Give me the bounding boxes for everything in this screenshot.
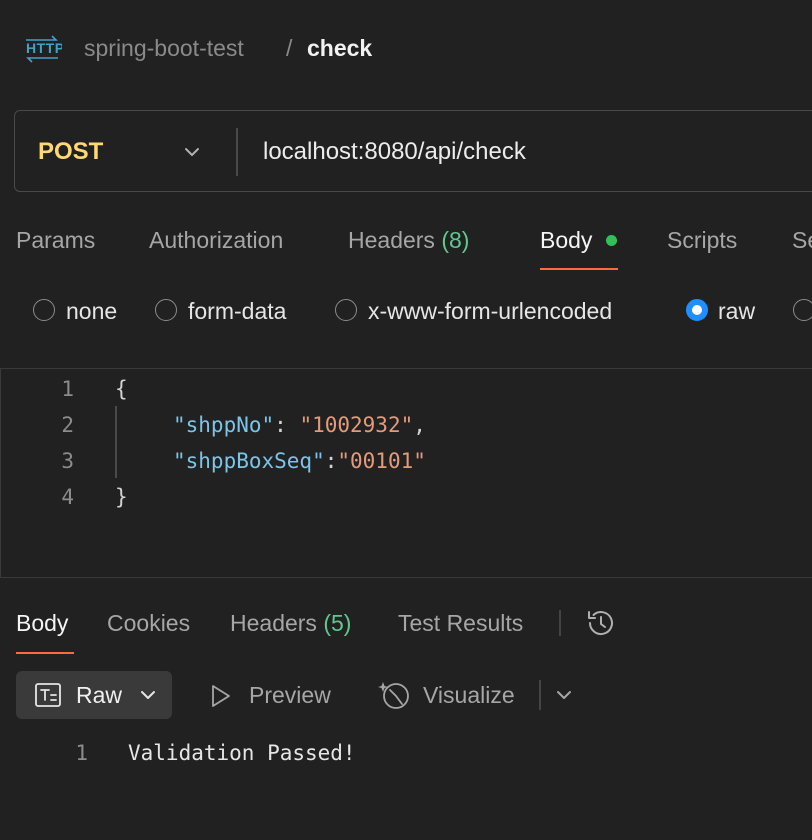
response-tab-headers[interactable]: Headers (5)	[230, 608, 351, 638]
visualize-button[interactable]: Visualize	[423, 680, 515, 710]
format-raw-label[interactable]: Raw	[76, 680, 122, 710]
response-tab-headers-count: (5)	[323, 610, 352, 636]
json-comma: ,	[413, 413, 426, 437]
response-body-text: Validation Passed!	[128, 741, 356, 765]
response-active-underline	[16, 652, 74, 654]
visualize-icon[interactable]	[378, 678, 412, 712]
response-tab-body[interactable]: Body	[16, 608, 68, 638]
tab-authorization[interactable]: Authorization	[149, 225, 283, 255]
radio-form-data[interactable]	[155, 299, 177, 321]
tab-settings[interactable]: Se	[792, 225, 812, 255]
visualize-divider	[539, 680, 541, 710]
tab-params[interactable]: Params	[16, 225, 95, 255]
line-number: 1	[61, 377, 74, 401]
radio-form-data-label[interactable]: form-data	[188, 296, 286, 326]
response-tab-test-results[interactable]: Test Results	[398, 608, 523, 638]
breadcrumb-collection[interactable]: spring-boot-test	[84, 34, 244, 62]
json-colon: :	[324, 449, 338, 473]
line-number: 4	[61, 485, 74, 509]
json-key: "shppNo"	[173, 413, 275, 437]
line-number: 2	[61, 413, 74, 437]
chevron-down-icon[interactable]	[553, 685, 575, 705]
indent-guide	[115, 406, 117, 478]
tab-scripts[interactable]: Scripts	[667, 225, 737, 255]
svg-text:HTTP: HTTP	[26, 40, 62, 56]
json-value: "1002932"	[299, 413, 414, 437]
tab-body[interactable]: Body	[540, 225, 592, 255]
code-line-1: {	[115, 377, 128, 401]
method-select[interactable]: POST	[38, 137, 103, 167]
radio-raw[interactable]	[686, 299, 708, 321]
code-line-2: "shppNo": "1002932",	[173, 411, 426, 439]
breadcrumb-separator: /	[286, 35, 293, 61]
text-format-icon	[35, 683, 61, 707]
tab-headers-count: (8)	[441, 227, 470, 253]
chevron-down-icon[interactable]	[182, 142, 202, 162]
breadcrumb-request-name[interactable]: check	[307, 34, 372, 62]
json-value: "00101"	[337, 449, 426, 473]
code-line-4: }	[115, 485, 128, 509]
body-status-dot	[606, 235, 617, 246]
chevron-down-icon[interactable]	[138, 685, 158, 705]
radio-urlencoded[interactable]	[335, 299, 357, 321]
tab-headers[interactable]: Headers (8)	[348, 225, 469, 255]
tab-headers-label: Headers	[348, 227, 435, 253]
http-icon: HTTP	[26, 35, 62, 63]
response-tab-cookies[interactable]: Cookies	[107, 608, 190, 638]
radio-urlencoded-label[interactable]: x-www-form-urlencoded	[368, 296, 612, 326]
radio-raw-label[interactable]: raw	[718, 296, 755, 326]
history-icon[interactable]	[584, 606, 618, 640]
response-tabs-divider	[559, 610, 561, 636]
json-key: "shppBoxSeq"	[173, 449, 325, 473]
active-tab-underline	[540, 268, 618, 270]
response-line-number: 1	[75, 741, 88, 765]
play-icon[interactable]	[206, 682, 234, 710]
url-input[interactable]: localhost:8080/api/check	[263, 137, 526, 167]
preview-button[interactable]: Preview	[249, 680, 331, 710]
radio-binary[interactable]	[793, 299, 812, 321]
code-line-3: "shppBoxSeq":"00101"	[173, 447, 426, 475]
radio-none-label[interactable]: none	[66, 296, 117, 326]
line-number: 3	[61, 449, 74, 473]
json-colon: :	[274, 413, 300, 437]
url-divider	[236, 128, 238, 176]
response-tab-headers-label: Headers	[230, 610, 317, 636]
radio-none[interactable]	[33, 299, 55, 321]
